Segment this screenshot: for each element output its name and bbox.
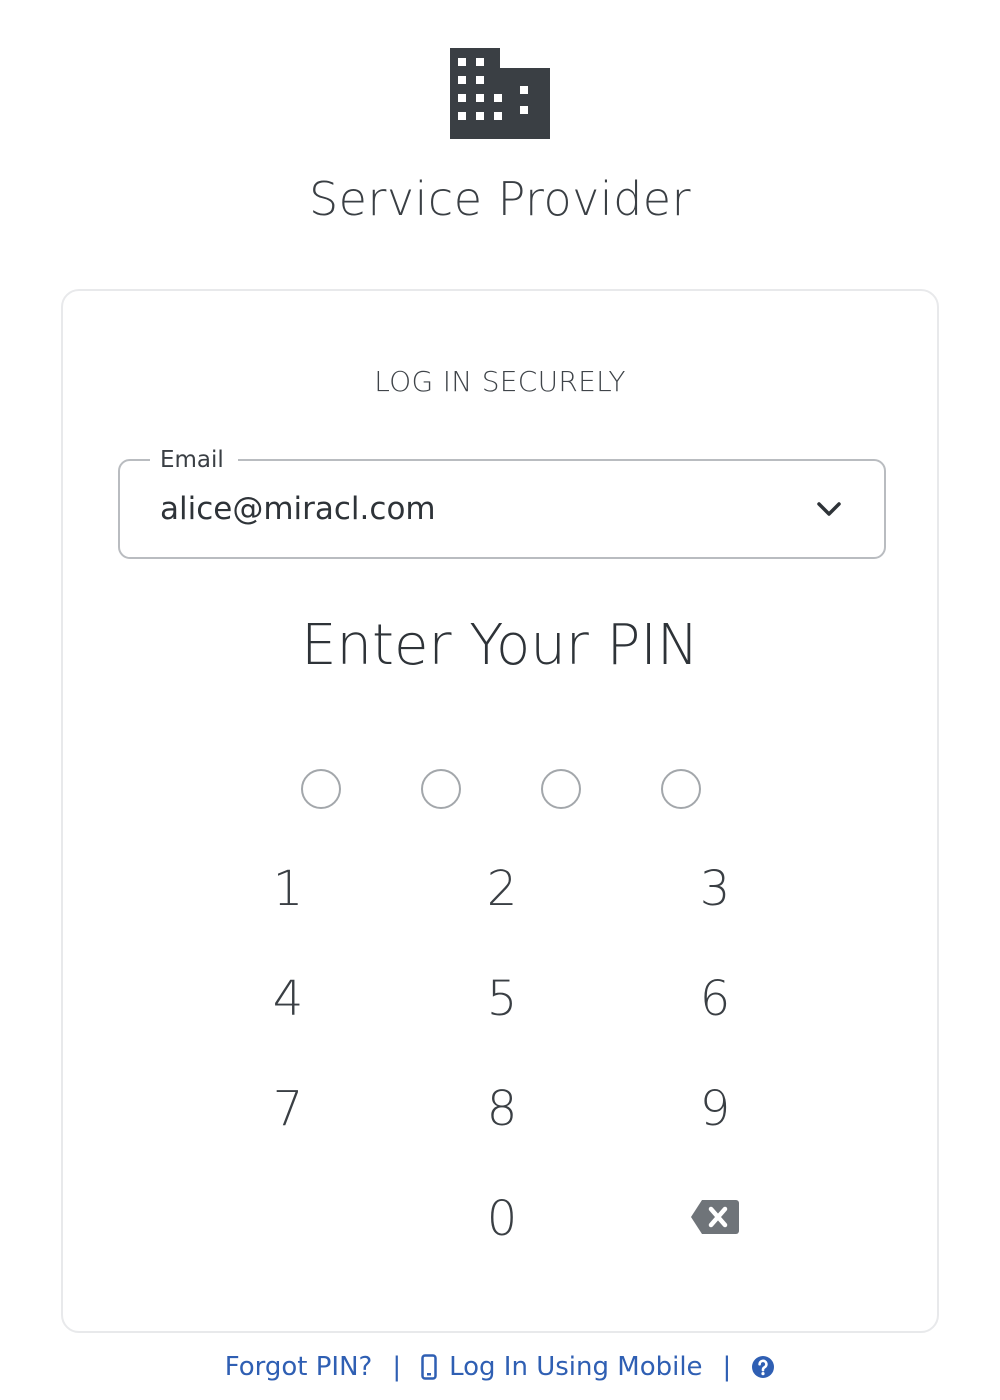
keypad-key-4[interactable]: 4 (233, 959, 343, 1039)
card-heading: LOG IN SECURELY (374, 365, 626, 398)
backspace-button[interactable] (660, 1177, 770, 1257)
mobile-login-link[interactable]: Log In Using Mobile (421, 1352, 703, 1382)
footer-separator: | (392, 1352, 402, 1382)
keypad-key-2[interactable]: 2 (447, 849, 557, 929)
mobile-phone-icon (421, 1354, 437, 1380)
pin-dot (301, 769, 341, 809)
chevron-down-icon[interactable] (816, 499, 842, 519)
keypad-key-0[interactable]: 0 (447, 1179, 557, 1259)
keypad-key-5[interactable]: 5 (447, 959, 557, 1039)
footer-separator: | (722, 1352, 732, 1382)
keypad-key-3[interactable]: 3 (660, 849, 770, 929)
footer-links: Forgot PIN? | Log In Using Mobile | (0, 1345, 1000, 1389)
pin-dot (421, 769, 461, 809)
keypad-key-9[interactable]: 9 (660, 1069, 770, 1149)
pin-dot (541, 769, 581, 809)
help-button[interactable] (751, 1355, 775, 1379)
email-select[interactable]: Email alice@miracl.com (118, 445, 886, 559)
pin-heading: Enter Your PIN (301, 613, 699, 678)
email-label: Email (150, 445, 238, 475)
keypad-key-7[interactable]: 7 (233, 1069, 343, 1149)
backspace-icon (691, 1200, 739, 1234)
keypad-key-1[interactable]: 1 (233, 849, 343, 929)
mobile-login-label: Log In Using Mobile (449, 1352, 703, 1382)
keypad-key-6[interactable]: 6 (660, 959, 770, 1039)
email-value: alice@miracl.com (160, 491, 436, 527)
pin-dot (661, 769, 701, 809)
pin-indicator (63, 769, 937, 813)
help-icon (752, 1356, 775, 1378)
app-title: Service Provider (308, 172, 692, 226)
building-icon (450, 48, 550, 139)
login-card: LOG IN SECURELY Email alice@miracl.com E… (61, 289, 939, 1333)
keypad-key-8[interactable]: 8 (447, 1069, 557, 1149)
forgot-pin-link[interactable]: Forgot PIN? (225, 1352, 373, 1382)
